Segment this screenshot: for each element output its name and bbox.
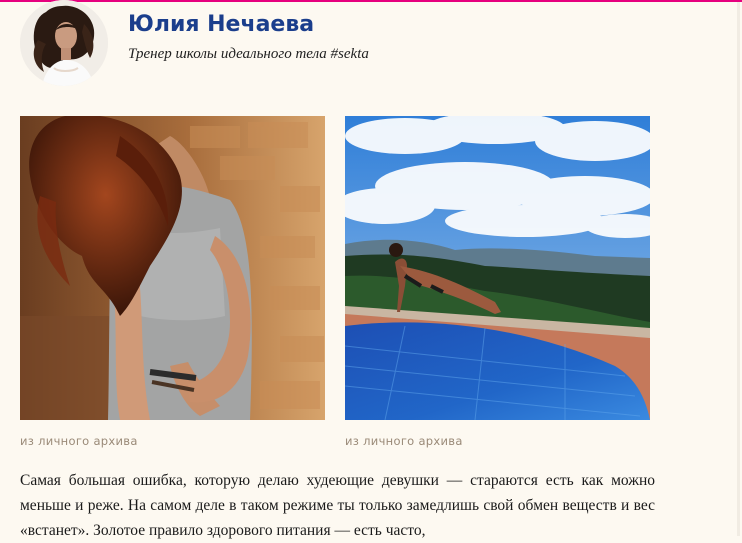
author-name[interactable]: Юлия Нечаева — [128, 12, 314, 37]
author-title: Тренер школы идеального тела #sekta — [128, 46, 369, 62]
top-accent-line — [0, 0, 742, 2]
photo-portrait — [20, 116, 325, 420]
page-edge — [737, 2, 740, 536]
photo-caption: из личного архива — [20, 434, 138, 448]
photo-pool — [345, 116, 650, 420]
author-avatar[interactable] — [20, 0, 108, 86]
article-paragraph: Самая большая ошибка, которую делаю худе… — [20, 472, 655, 539]
photo-caption: из личного архива — [345, 434, 463, 448]
